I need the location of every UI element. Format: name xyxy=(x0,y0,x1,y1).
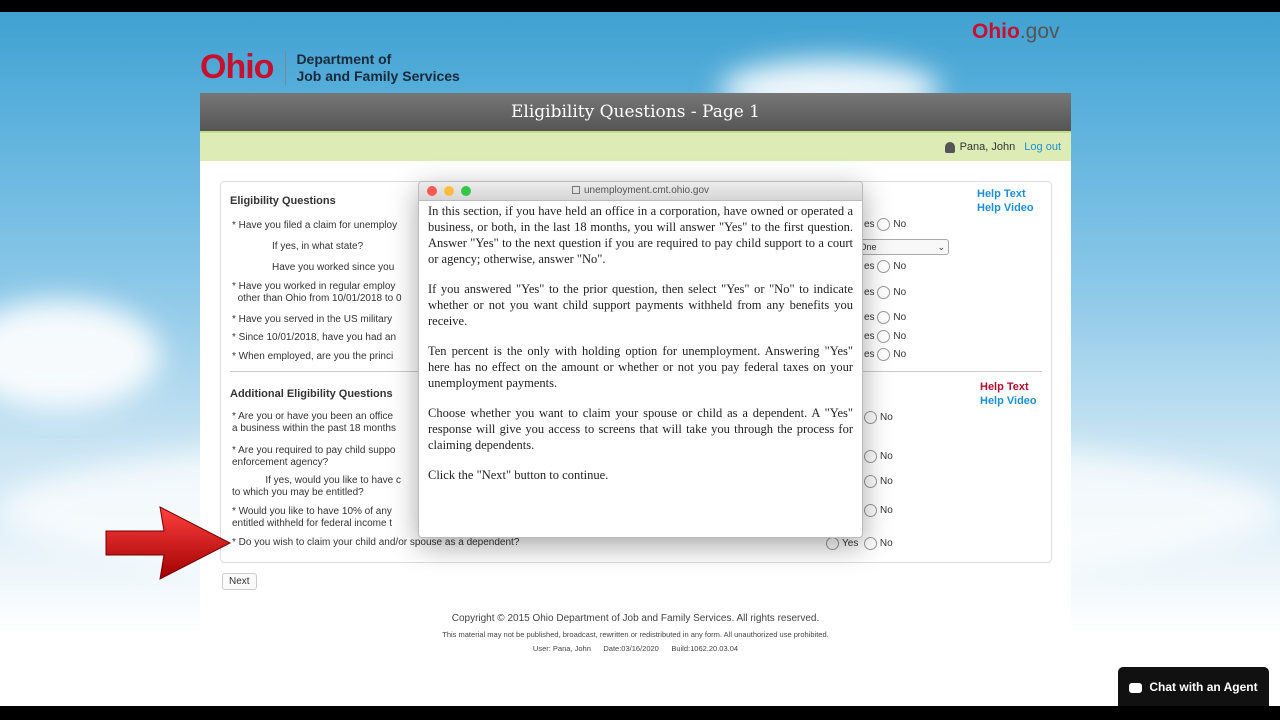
question-worked-since: Have you worked since you xyxy=(272,262,395,273)
department-name: Department of Job and Family Services xyxy=(296,50,460,84)
radio-group-5[interactable]: es No xyxy=(864,330,906,343)
logout-link[interactable]: Log out xyxy=(1024,141,1061,153)
question-tax-withholding: * Would you like to have 10% of any entit… xyxy=(232,506,393,529)
help-text-link[interactable]: Help Text xyxy=(977,188,1026,201)
question-dependent: * Do you wish to claim your child and/or… xyxy=(232,537,520,548)
question-regular-employment: * Have you worked in regular employ othe… xyxy=(232,281,402,304)
background-cloud xyxy=(0,300,160,410)
question-principal: * When employed, are you the princi xyxy=(232,351,394,362)
radio-no[interactable] xyxy=(877,330,891,343)
popup-paragraph: Ten percent is the only with holding opt… xyxy=(428,344,853,390)
popup-content: In this section, if you have held an off… xyxy=(419,201,862,483)
radio-group-3[interactable]: es No xyxy=(864,286,906,299)
letterbox-top xyxy=(0,0,1280,12)
chat-bubble-icon xyxy=(1129,682,1143,693)
radio-group-4[interactable]: es No xyxy=(864,311,906,324)
footer-copyright: Copyright © 2015 Ohio Department of Job … xyxy=(451,613,820,624)
radio-no[interactable] xyxy=(877,348,891,361)
logo-wordmark: Ohio xyxy=(200,48,274,86)
radio-no[interactable] xyxy=(864,504,877,517)
user-icon xyxy=(944,141,955,153)
question-what-state: If yes, in what state? xyxy=(272,241,364,252)
additional-help-video-link[interactable]: Help Video xyxy=(980,395,1037,408)
radio-no[interactable] xyxy=(863,537,877,550)
red-arrow-icon xyxy=(105,506,232,580)
radio-no[interactable] xyxy=(877,218,891,231)
question-child-support: * Are you required to pay child suppo enf… xyxy=(232,445,396,468)
help-popup-window[interactable]: unemployment.cmt.ohio.gov In this sectio… xyxy=(418,181,863,538)
radio-no[interactable] xyxy=(877,286,891,299)
radio-group-8[interactable]: No xyxy=(864,450,893,463)
question-since-date: * Since 10/01/2018, have you had an xyxy=(232,332,397,343)
question-military: * Have you served in the US military xyxy=(232,314,393,325)
radio-group-2[interactable]: es No xyxy=(864,260,906,273)
popup-title-bar[interactable]: unemployment.cmt.ohio.gov xyxy=(419,182,862,201)
radio-no[interactable] xyxy=(864,475,877,488)
question-corporation-officer: * Are you or have you been an office a bu… xyxy=(232,411,396,434)
footer-notice: This material may not be published, broa… xyxy=(442,630,829,639)
chat-with-agent-button[interactable]: Chat with an Agent xyxy=(1118,667,1269,707)
logo-divider xyxy=(285,50,287,85)
eligibility-title: Eligibility Questions xyxy=(230,195,336,207)
radio-group-9[interactable]: No xyxy=(864,475,893,488)
popup-paragraph: Click the "Next" button to continue. xyxy=(428,468,609,482)
question-withhold-support: If yes, would you like to have c to which… xyxy=(232,475,401,498)
popup-paragraph: In this section, if you have held an off… xyxy=(428,204,853,266)
screen: Ohio.gov Ohio Department of Job and Famil… xyxy=(0,0,1280,720)
letterbox-bottom xyxy=(0,706,1280,720)
radio-no[interactable] xyxy=(877,311,891,324)
radio-no[interactable] xyxy=(877,260,891,273)
radio-group-10[interactable]: No xyxy=(864,504,893,517)
question-filed-claim: * Have you filed a claim for unemploy xyxy=(232,220,398,231)
ohio-gov-link[interactable]: Ohio.gov xyxy=(972,20,1060,44)
radio-group-dependent[interactable]: Yes No xyxy=(826,537,893,550)
radio-yes[interactable] xyxy=(826,537,839,550)
lock-icon xyxy=(571,186,580,195)
radio-group-6[interactable]: es No xyxy=(864,348,906,361)
user-bar: Pana, John Log out xyxy=(200,131,1071,161)
popup-paragraph: If you answered "Yes" to the prior quest… xyxy=(428,282,853,328)
popup-url: unemployment.cmt.ohio.gov xyxy=(419,185,862,196)
footer-build: User: Pana, John Date:03/16/2020 Build:1… xyxy=(532,644,739,653)
popup-paragraph: Choose whether you want to claim your sp… xyxy=(428,406,853,452)
radio-group-7[interactable]: No xyxy=(864,411,893,424)
user-name: Pana, John xyxy=(959,141,1016,153)
help-video-link[interactable]: Help Video xyxy=(977,202,1034,215)
odjfs-logo[interactable]: Ohio Department of Job and Family Service… xyxy=(200,48,460,87)
radio-no[interactable] xyxy=(864,450,877,463)
radio-no[interactable] xyxy=(864,411,877,424)
additional-help-text-link[interactable]: Help Text xyxy=(980,381,1029,394)
page-title: Eligibility Questions - Page 1 xyxy=(200,93,1071,131)
additional-title: Additional Eligibility Questions xyxy=(230,388,393,400)
radio-group-1[interactable]: es No xyxy=(864,218,906,231)
